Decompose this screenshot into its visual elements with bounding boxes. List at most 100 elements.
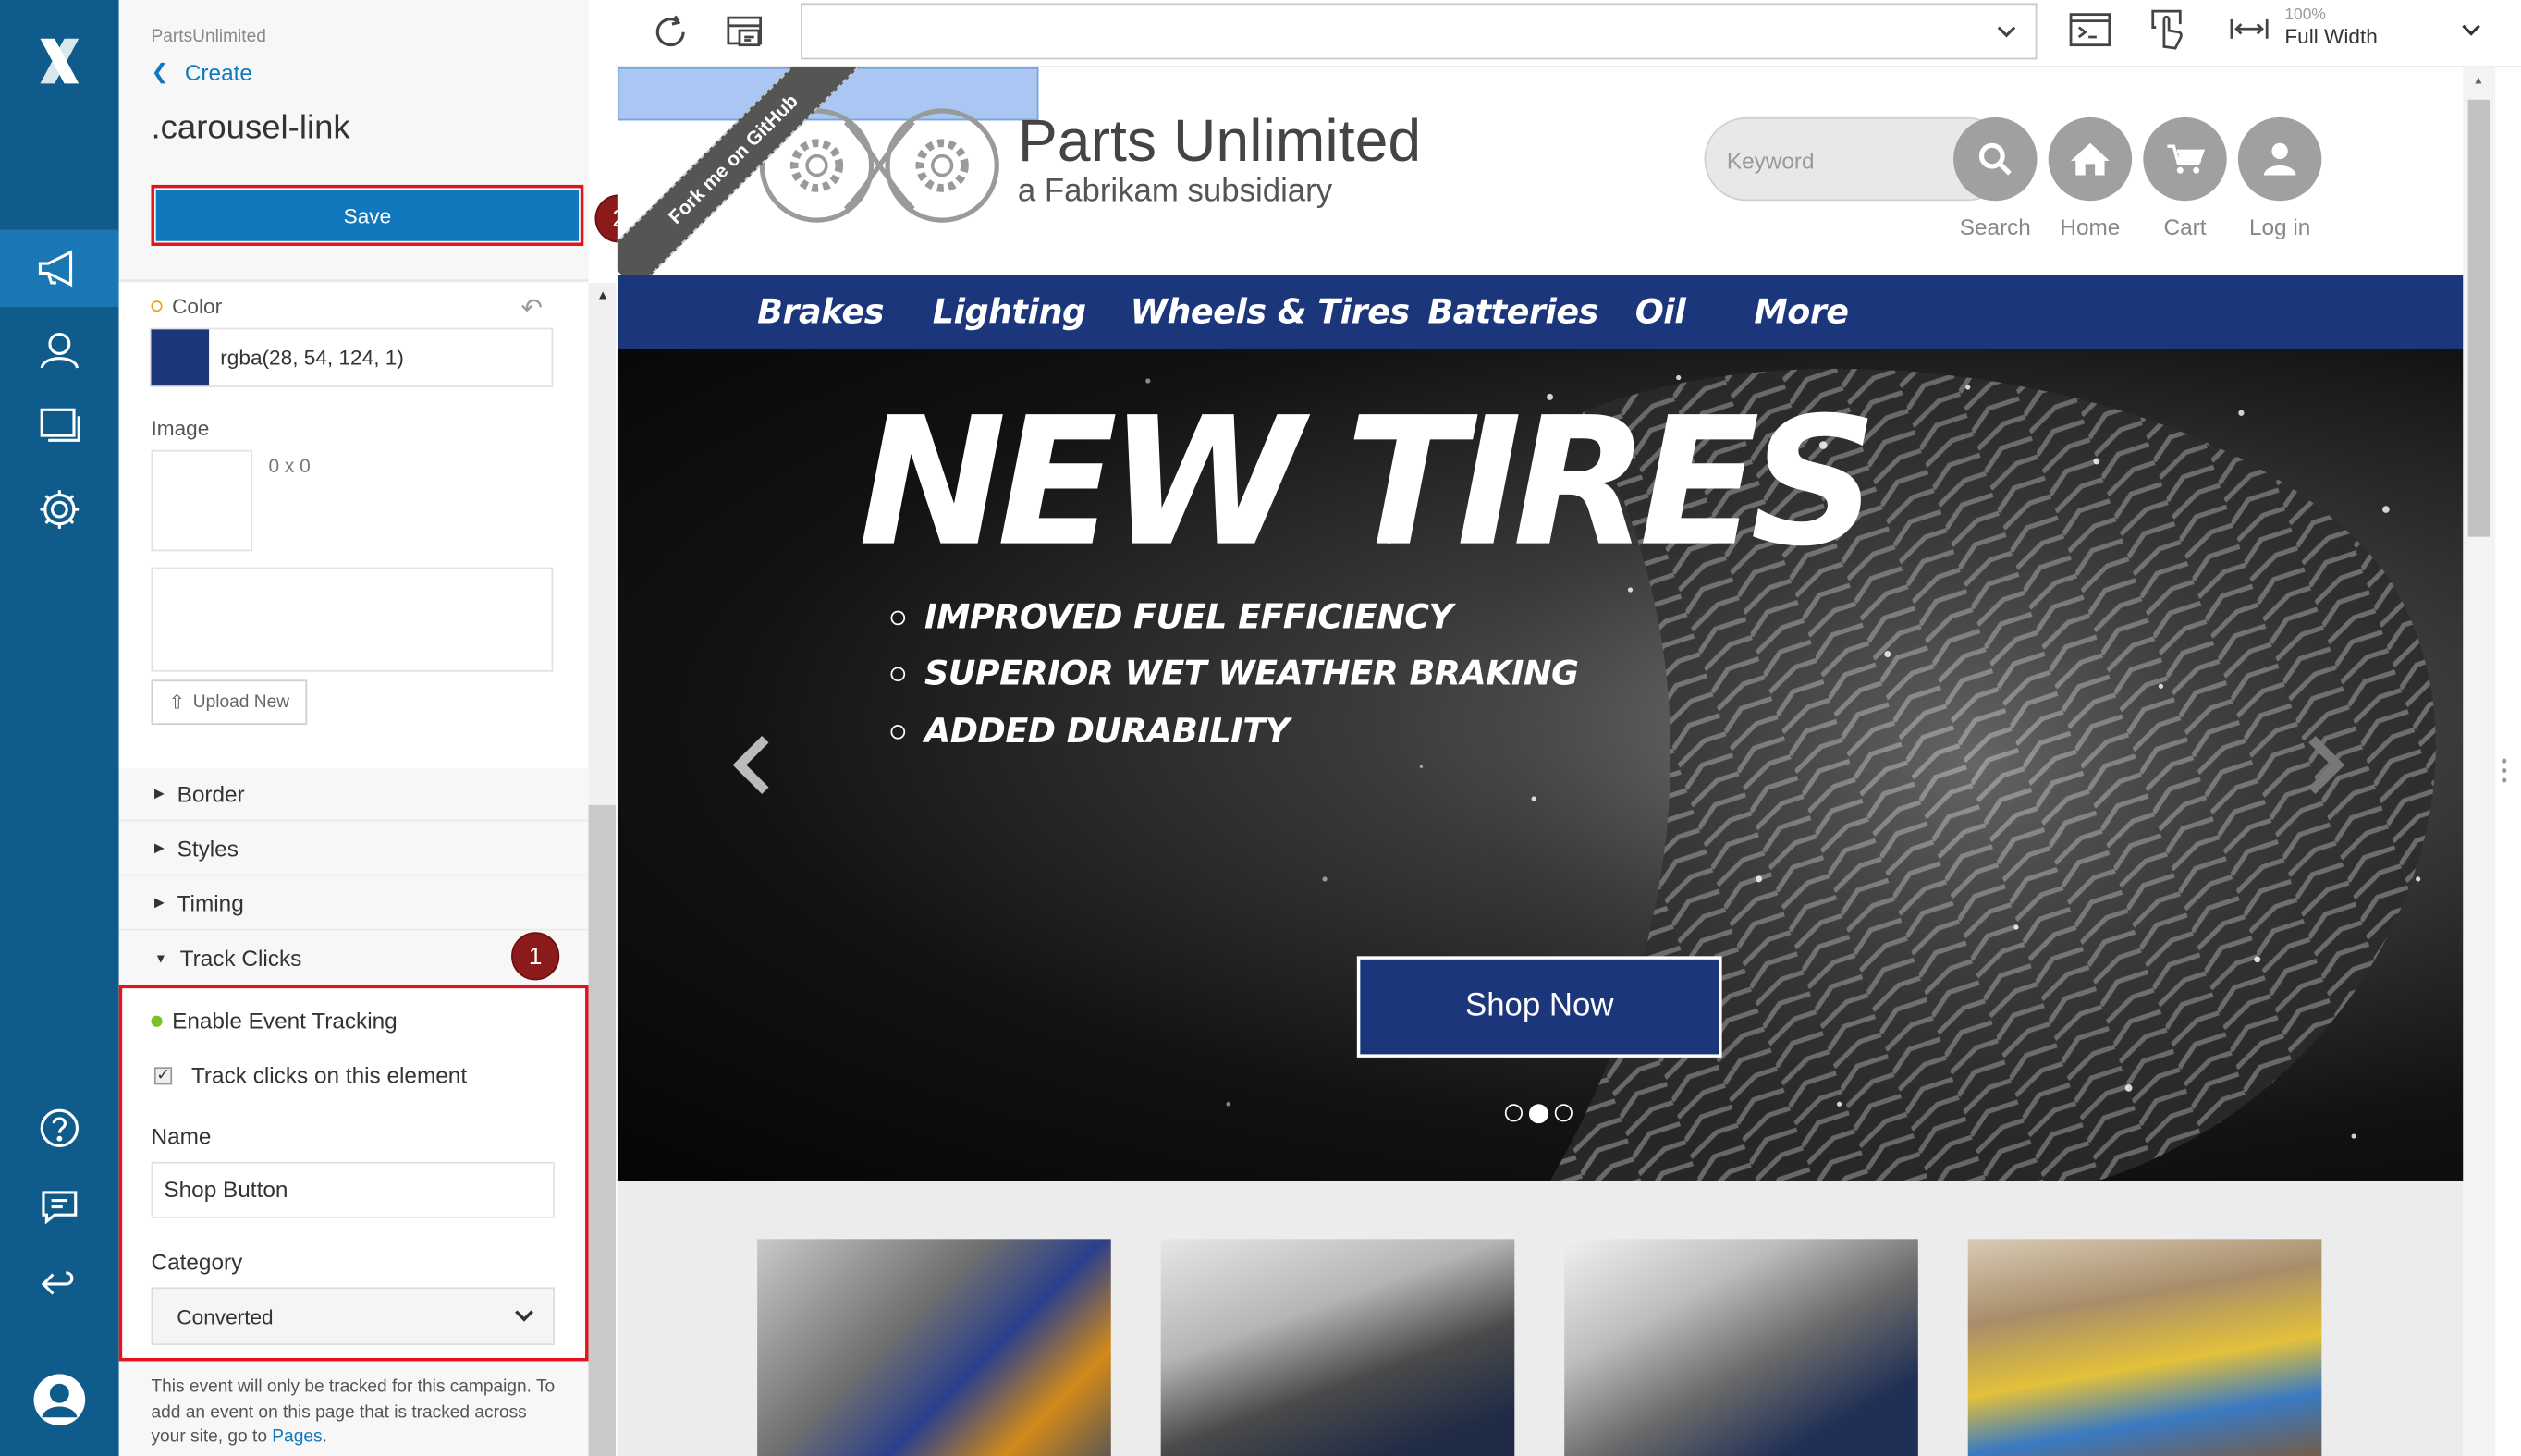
chevron-down-icon: [1997, 26, 2016, 38]
hero-carousel: NEW TIRES IMPROVED FUEL EFFICIENCY SUPER…: [617, 349, 2464, 1181]
product-image-friends[interactable]: [1967, 1239, 2322, 1456]
upload-new-button[interactable]: ⇧ Upload New: [151, 679, 308, 726]
editor-panel: PartsUnlimited ❮ Create .carousel-link S…: [118, 0, 643, 1456]
save-button[interactable]: Save: [155, 190, 580, 241]
element-name: .carousel-link: [151, 109, 350, 147]
upload-icon: ⇧: [168, 691, 186, 714]
nav-oil[interactable]: Oil: [1635, 275, 1686, 349]
zoom-level: 100%: [2284, 6, 2326, 25]
pages-icon[interactable]: [0, 396, 119, 454]
width-icon[interactable]: [2230, 16, 2269, 50]
login-label[interactable]: Log in: [2232, 214, 2328, 239]
audiences-icon[interactable]: [0, 322, 119, 380]
category-select[interactable]: Converted: [151, 1287, 556, 1346]
scroll-up-icon[interactable]: ▲: [2473, 76, 2484, 87]
search-label[interactable]: Search: [1947, 214, 2043, 239]
pages-link[interactable]: Pages: [272, 1427, 322, 1447]
timing-section[interactable]: ▶ Timing: [118, 875, 589, 931]
home-icon[interactable]: [2048, 116, 2133, 202]
undo-icon[interactable]: ↶: [520, 292, 542, 324]
preview-scrollbar[interactable]: ▲: [2463, 67, 2496, 1456]
track-clicks-checkbox-row[interactable]: ✓ Track clicks on this element: [153, 1062, 467, 1088]
color-swatch[interactable]: [151, 329, 210, 386]
scroll-thumb[interactable]: [588, 804, 617, 1456]
back-link[interactable]: ❮ Create: [151, 59, 251, 85]
chevron-down-icon[interactable]: [2462, 24, 2481, 37]
hero-bullet: IMPROVED FUEL EFFICIENCY: [890, 598, 1453, 636]
drag-handle-icon[interactable]: [2502, 758, 2507, 783]
cart-label[interactable]: Cart: [2136, 214, 2233, 239]
carousel-next-icon[interactable]: [2302, 734, 2347, 803]
user-icon[interactable]: [2237, 116, 2322, 202]
site-breadcrumb: PartsUnlimited: [151, 27, 266, 47]
panel-scrollbar[interactable]: ▲: [588, 282, 617, 1456]
site-preview: Parts Unlimited a Fabrikam subsidiary Fo…: [617, 67, 2464, 1456]
product-image-parts[interactable]: [757, 1239, 1111, 1456]
name-input[interactable]: Shop Button: [151, 1161, 556, 1218]
nav-brakes[interactable]: Brakes: [757, 275, 884, 349]
hero-title: NEW TIRES: [858, 379, 1878, 585]
track-clicks-checkbox[interactable]: ✓: [153, 1066, 173, 1084]
settings-gear-icon[interactable]: [0, 479, 119, 540]
indicator-dot-active[interactable]: [1528, 1104, 1548, 1124]
avatar[interactable]: [0, 1369, 119, 1430]
caret-down-icon: ▼: [153, 950, 167, 965]
bullet-circle-icon: [890, 666, 906, 681]
enable-tracking-label: Enable Event Tracking: [151, 1008, 398, 1034]
site-nav: Brakes Lighting Wheels & Tires Batteries…: [617, 275, 2464, 349]
search-icon[interactable]: [1953, 116, 2038, 202]
nav-wheels-tires[interactable]: Wheels & Tires: [1131, 275, 1411, 349]
help-icon[interactable]: [0, 1103, 119, 1155]
nav-more[interactable]: More: [1754, 275, 1849, 349]
color-label: Color: [151, 294, 222, 318]
refresh-icon[interactable]: [651, 13, 690, 59]
feedback-icon[interactable]: [0, 1182, 119, 1230]
styles-section[interactable]: ▶ Styles: [118, 821, 589, 876]
chevron-down-icon: [515, 1310, 533, 1322]
preview-toggle-icon[interactable]: [725, 13, 766, 59]
site-title[interactable]: Parts Unlimited: [1018, 107, 1421, 175]
caret-right-icon: ▶: [153, 895, 165, 910]
indicator-dot[interactable]: [1554, 1104, 1573, 1122]
hero-bullet: SUPERIOR WET WEATHER BRAKING: [890, 655, 1579, 692]
scroll-thumb[interactable]: [2467, 99, 2490, 537]
left-rail: [0, 0, 119, 1456]
category-label: Category: [151, 1248, 243, 1275]
cart-icon[interactable]: [2143, 116, 2227, 202]
image-label: Image: [151, 416, 210, 441]
product-image-mechanic[interactable]: [1564, 1239, 1918, 1456]
shop-now-button[interactable]: Shop Now: [1356, 956, 1722, 1058]
modified-dot-icon: [151, 300, 163, 312]
nav-lighting[interactable]: Lighting: [933, 275, 1086, 349]
code-editor-icon[interactable]: [2069, 11, 2111, 57]
element-picker-icon[interactable]: [2148, 8, 2187, 61]
carousel-indicators: [1504, 1104, 1573, 1124]
scroll-up-icon[interactable]: ▲: [596, 288, 609, 302]
caret-right-icon: ▶: [153, 840, 165, 855]
chevron-left-icon: ❮: [151, 59, 169, 84]
bullet-circle-icon: [890, 724, 906, 739]
status-dot-icon: [151, 1014, 163, 1026]
top-toolbar: 100% Full Width: [616, 0, 2521, 68]
carousel-prev-icon[interactable]: [730, 734, 776, 803]
home-label[interactable]: Home: [2042, 214, 2138, 239]
exit-icon[interactable]: [0, 1260, 119, 1308]
campaigns-icon[interactable]: [0, 229, 119, 308]
app-logo-icon[interactable]: [0, 29, 119, 93]
url-select[interactable]: [801, 3, 2038, 60]
divider: [118, 279, 589, 282]
footer-note: This event will only be tracked for this…: [151, 1376, 556, 1447]
product-image-service[interactable]: [1160, 1239, 1515, 1456]
step-badge-1: 1: [511, 932, 560, 981]
indicator-dot[interactable]: [1504, 1104, 1523, 1122]
image-size: 0 x 0: [268, 454, 311, 478]
color-field[interactable]: rgba(28, 54, 124, 1): [149, 327, 554, 387]
image-preview[interactable]: [151, 449, 253, 552]
border-section[interactable]: ▶ Border: [118, 766, 589, 822]
image-url-textarea[interactable]: [151, 567, 554, 672]
nav-batteries[interactable]: Batteries: [1427, 275, 1598, 349]
hero-bullet: ADDED DURABILITY: [890, 712, 1290, 751]
bullet-circle-icon: [890, 609, 906, 625]
track-clicks-box: Enable Event Tracking ✓ Track clicks on …: [118, 985, 589, 1362]
width-mode[interactable]: Full Width: [2284, 24, 2378, 48]
